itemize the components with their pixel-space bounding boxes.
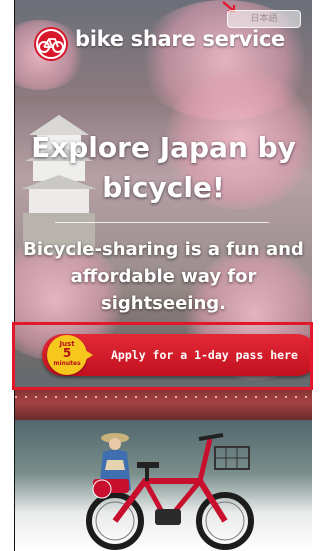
bicycle-illustration (86, 433, 254, 550)
page-viewport: 日本語 bike share service Explore Japan by … (14, 0, 312, 551)
brand-name[interactable]: bike share service (75, 27, 285, 51)
language-switch-button[interactable]: 日本語 (227, 10, 301, 28)
red-bridge (15, 390, 312, 420)
hero-title: Explore Japan by bicycle! (31, 131, 296, 204)
bridge-railing (15, 396, 312, 398)
cta-highlight-box (12, 322, 313, 390)
hero-subtitle: Bicycle-sharing is a fun and affordable … (23, 239, 304, 314)
bicycle-logo-icon[interactable] (33, 26, 69, 62)
hero-divider (55, 222, 269, 223)
site-header: 日本語 bike share service (15, 0, 312, 80)
